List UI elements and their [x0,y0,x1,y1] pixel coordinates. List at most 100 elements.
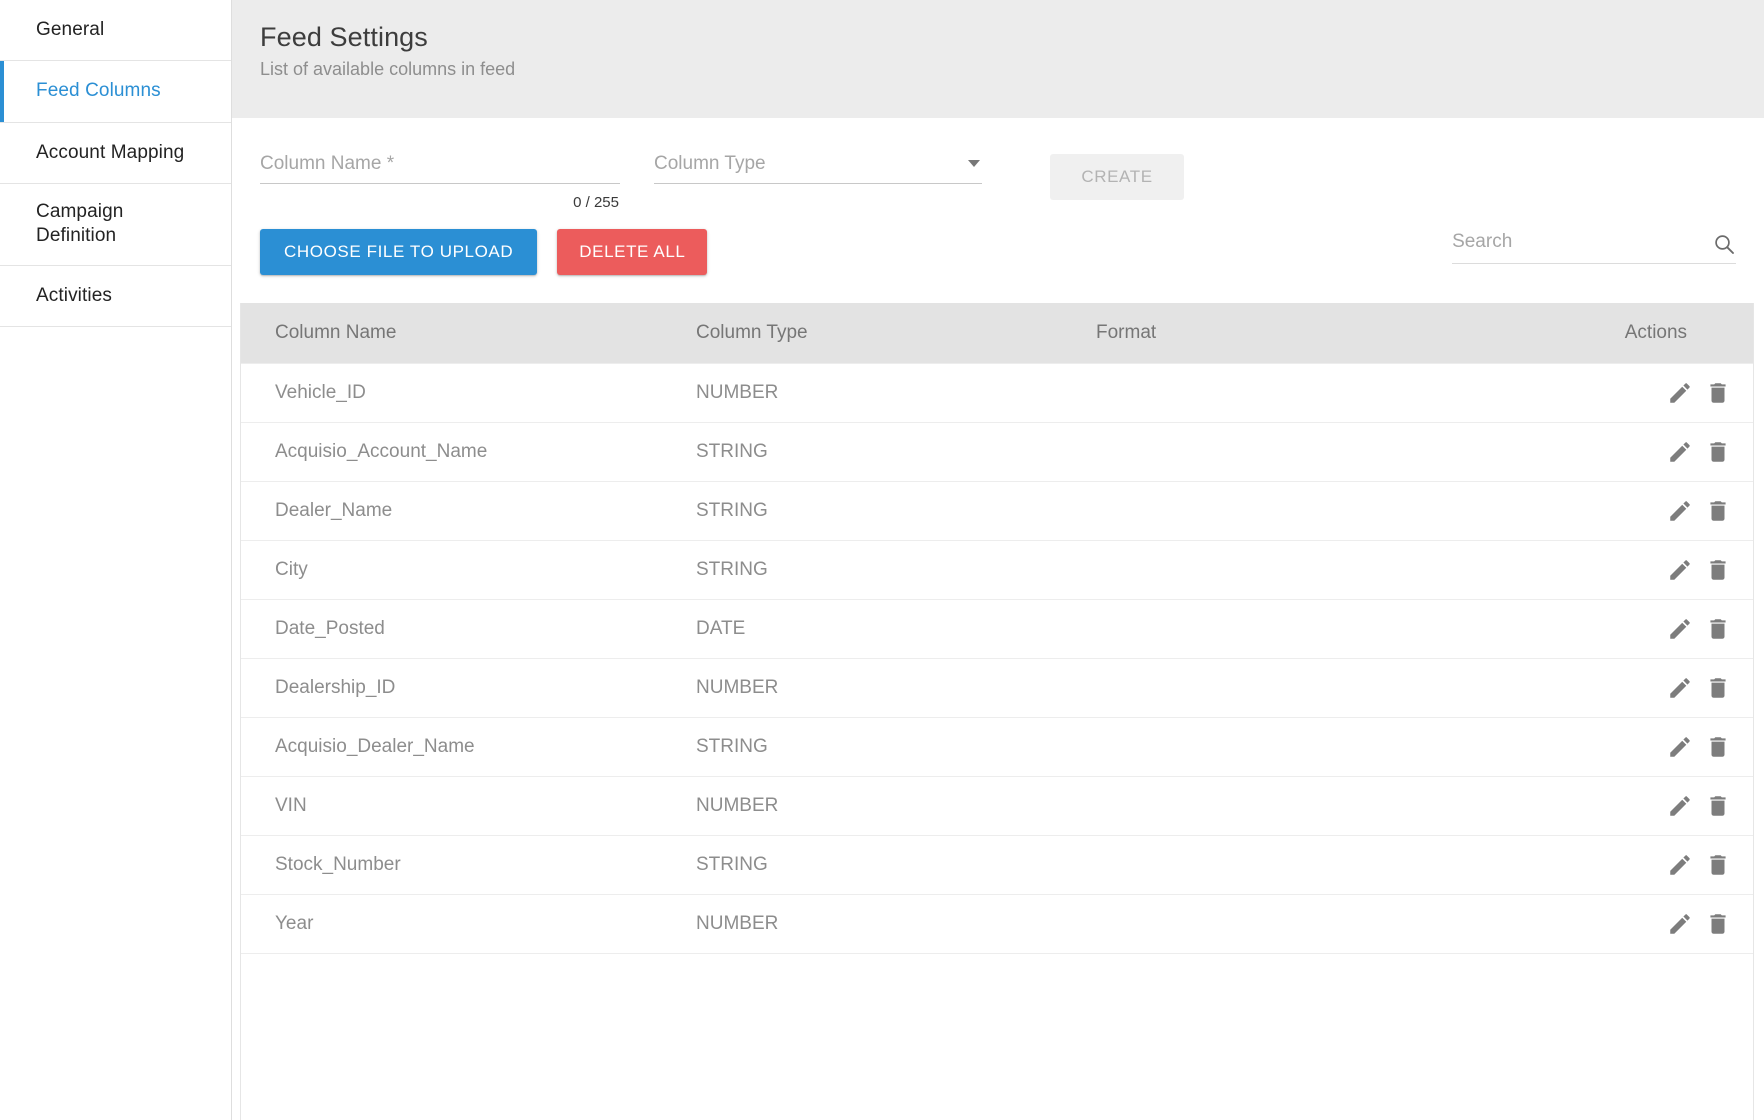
cell-actions [1496,776,1754,836]
table-row[interactable]: City STRING [241,540,1754,600]
cell-format [1096,481,1496,541]
table-row[interactable]: Dealership_ID NUMBER [241,658,1754,718]
column-name-field-group: 0 / 255 [260,150,620,211]
cell-column-name: Stock_Number [241,835,696,895]
sidebar-item-campaign-definition[interactable]: Campaign Definition [0,183,231,266]
edit-icon[interactable] [1667,616,1693,642]
delete-icon[interactable] [1705,380,1731,406]
table-body: Vehicle_ID NUMBER Acquisio_Account_Name STR… [241,363,1754,954]
header-column-type: Column Type [696,303,1096,364]
table-row[interactable]: VIN NUMBER [241,776,1754,836]
cell-column-type: NUMBER [696,363,1096,423]
table-footer-cell [241,953,1754,1018]
cell-column-type: DATE [696,599,1096,659]
delete-icon[interactable] [1705,734,1731,760]
cell-actions [1496,481,1754,541]
cell-column-type: STRING [696,481,1096,541]
table-row[interactable]: Vehicle_ID NUMBER [241,363,1754,423]
cell-actions [1496,717,1754,777]
sidebar-item-feed-columns[interactable]: Feed Columns [0,61,231,123]
sidebar-item-label: Feed Columns [36,80,161,102]
sidebar-item-account-mapping[interactable]: Account Mapping [0,122,231,184]
delete-all-button[interactable]: DELETE ALL [557,229,708,275]
page-header: Feed Settings List of available columns … [232,0,1764,118]
table-footer-row [241,953,1754,1018]
edit-icon[interactable] [1667,498,1693,524]
cell-format [1096,363,1496,423]
feed-columns-table-container: Column Name Column Type Format Actions V… [240,303,1755,1120]
table-header-row: Column Name Column Type Format Actions [241,303,1754,364]
cell-format [1096,717,1496,777]
sidebar-item-label: General [36,19,105,40]
delete-icon[interactable] [1705,498,1731,524]
column-type-selected-value: Column Type [654,152,766,174]
delete-icon[interactable] [1705,557,1731,583]
edit-icon[interactable] [1667,439,1693,465]
table-row[interactable]: Acquisio_Dealer_Name STRING [241,717,1754,777]
cell-column-name: Vehicle_ID [241,363,696,423]
search-field-group [1452,231,1737,264]
page-subtitle: List of available columns in feed [260,59,516,79]
cell-column-type: NUMBER [696,776,1096,836]
page-title: Feed Settings [260,22,428,52]
cell-format [1096,540,1496,600]
cell-actions [1496,599,1754,659]
search-icon[interactable] [1712,232,1736,256]
delete-icon[interactable] [1705,793,1731,819]
cell-format [1096,599,1496,659]
cell-column-name: City [241,540,696,600]
edit-icon[interactable] [1667,380,1693,406]
sidebar-item-label: Campaign Definition [36,200,124,247]
table-row[interactable]: Year NUMBER [241,894,1754,954]
delete-icon[interactable] [1705,911,1731,937]
delete-icon[interactable] [1705,616,1731,642]
table-row[interactable]: Date_Posted DATE [241,599,1754,659]
chevron-down-icon [968,160,980,167]
edit-icon[interactable] [1667,675,1693,701]
table-row[interactable]: Dealer_Name STRING [241,481,1754,541]
table-footer [241,953,1754,1018]
cell-actions [1496,835,1754,895]
cell-format [1096,658,1496,718]
cell-column-type: STRING [696,540,1096,600]
header-column-name: Column Name [241,303,696,364]
column-type-field-group: Column Type [654,150,982,184]
cell-actions [1496,540,1754,600]
cell-column-name: Acquisio_Dealer_Name [241,717,696,777]
cell-column-name: Date_Posted [241,599,696,659]
delete-icon[interactable] [1705,439,1731,465]
cell-column-name: Dealer_Name [241,481,696,541]
feed-settings-page: General Feed Columns Account Mapping Campai… [0,0,1764,1120]
sidebar-item-activities[interactable]: Activities [0,265,231,327]
column-name-input[interactable] [260,150,620,184]
search-input[interactable] [1452,231,1713,256]
feed-columns-table: Column Name Column Type Format Actions V… [241,303,1754,1018]
main-content: Feed Settings List of available columns … [232,0,1764,1120]
cell-column-type: STRING [696,422,1096,482]
sidebar-item-label: Activities [36,284,112,306]
edit-icon[interactable] [1667,793,1693,819]
create-button[interactable]: CREATE [1050,154,1184,200]
table-row[interactable]: Stock_Number STRING [241,835,1754,895]
edit-icon[interactable] [1667,911,1693,937]
column-type-select[interactable]: Column Type [654,150,982,184]
table-row[interactable]: Acquisio_Account_Name STRING [241,422,1754,482]
edit-icon[interactable] [1667,734,1693,760]
create-column-form: 0 / 255 Column Type CREATE [232,118,1764,211]
cell-column-type: NUMBER [696,894,1096,954]
choose-file-to-upload-button[interactable]: CHOOSE FILE TO UPLOAD [260,229,538,275]
cell-format [1096,422,1496,482]
edit-icon[interactable] [1667,852,1693,878]
delete-icon[interactable] [1705,675,1731,701]
sidebar-item-general[interactable]: General [0,0,231,62]
cell-actions [1496,658,1754,718]
cell-column-type: STRING [696,835,1096,895]
cell-column-name: Year [241,894,696,954]
header-format: Format [1096,303,1496,364]
cell-actions [1496,894,1754,954]
edit-icon[interactable] [1667,557,1693,583]
cell-format [1096,894,1496,954]
delete-icon[interactable] [1705,852,1731,878]
cell-actions [1496,422,1754,482]
cell-column-name: Dealership_ID [241,658,696,718]
